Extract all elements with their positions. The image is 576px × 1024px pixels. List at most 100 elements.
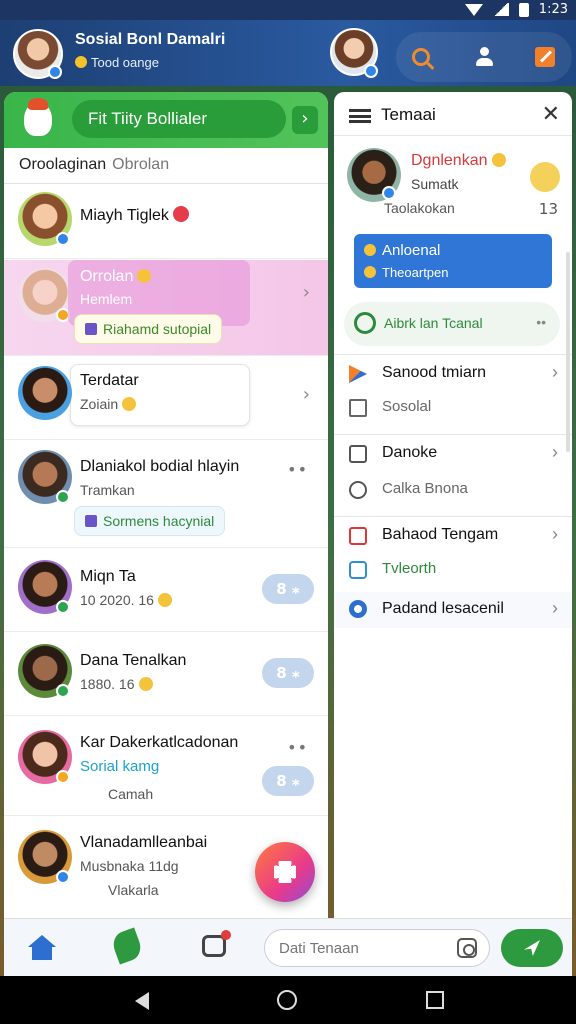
divider (334, 354, 572, 355)
profile-name: Dgnlenkan (411, 152, 506, 170)
drawer-item[interactable]: Danoke › (334, 442, 572, 476)
profile-count: 13 (539, 200, 558, 218)
signal-icon (493, 3, 509, 16)
heart-icon (173, 206, 189, 222)
online-badge-icon (56, 600, 70, 614)
app-subtitle-text: Tood oange (91, 55, 159, 70)
drawer-item[interactable]: Padand lesacenil › (334, 592, 572, 628)
status-bar: 1:23 (0, 0, 576, 20)
chat-name: Vlanadamlleanbai (80, 834, 207, 852)
chat-name: Orrolan (80, 268, 151, 286)
chat-item-active[interactable]: Orrolan Hemlem Riahamd sutopial › (4, 260, 328, 356)
banner-button[interactable]: Fit Tiity Bollialer (72, 100, 286, 138)
search-button[interactable] (404, 40, 438, 74)
drawer-title: Temaai (381, 105, 436, 125)
chat-chip[interactable]: Riahamd sutopial (74, 314, 222, 344)
search-field[interactable] (264, 929, 490, 967)
online-badge-icon (56, 684, 70, 698)
wifi-icon (465, 4, 483, 16)
card-icon (364, 244, 376, 256)
chevron-right-icon: › (552, 362, 558, 383)
drawer-item-label: Danoke (382, 444, 437, 462)
chevron-right-icon: › (552, 442, 558, 463)
more-icon[interactable]: •• (287, 738, 308, 757)
chat-item[interactable]: Miayh Tiglek (4, 184, 328, 259)
chip-text: Sormens hacynial (103, 513, 214, 529)
battery-icon (519, 3, 529, 17)
card-subtitle-text: Theoartpen (382, 265, 449, 280)
pill-label: Aibrk lan Tcanal (384, 315, 483, 331)
back-icon[interactable] (133, 992, 149, 1010)
profile-name-text: Dgnlenkan (411, 152, 488, 169)
floating-action-button[interactable] (255, 842, 315, 902)
chat-chip[interactable]: Sormens hacynial (74, 506, 225, 536)
smile-emoji-icon (122, 397, 136, 411)
send-icon (524, 940, 540, 956)
promo-banner: Fit Tiity Bollialer › (4, 92, 328, 148)
verified-badge-icon (364, 64, 378, 78)
compose-button[interactable] (528, 40, 562, 74)
person-icon (475, 47, 493, 67)
chat-item[interactable]: Dana Tenalkan 1880. 16 8 ⁎ (4, 632, 328, 716)
drawer-action-pill[interactable]: Aibrk lan Tcanal •• (344, 302, 560, 346)
verified-badge-icon (382, 186, 396, 200)
verified-badge-icon (56, 232, 70, 246)
verified-badge-icon (56, 870, 70, 884)
drawer-item[interactable]: Sosolal (334, 396, 572, 426)
chevron-right-icon: › (552, 524, 558, 545)
recent-apps-icon[interactable] (426, 991, 444, 1009)
section-title: Oroolaginan (19, 156, 106, 173)
unread-counter: 8 ⁎ (262, 658, 314, 688)
smile-icon (530, 162, 560, 192)
smile-emoji-icon (137, 269, 151, 283)
chat-item[interactable]: Kar Dakerkatlcadonan Sorial kamg Camah •… (4, 716, 328, 816)
drawer-item-label: Sosolal (382, 398, 431, 415)
camera-icon[interactable] (202, 935, 226, 957)
drawer-card[interactable]: Anloenal Theoartpen (354, 234, 552, 288)
drawer-item[interactable]: Calka Bnona (334, 478, 572, 508)
chat-name-text: Miayh Tiglek (80, 207, 169, 224)
app-subtitle: Tood oange (75, 55, 159, 70)
card-subtitle: Theoartpen (364, 265, 449, 280)
drawer-item[interactable]: Bahaod Tengam › (334, 524, 572, 558)
chat-list-panel: Fit Tiity Bollialer › Oroolaginan Obrolan… (4, 92, 328, 918)
more-icon[interactable]: •• (536, 314, 546, 330)
banner-next-button[interactable]: › (292, 106, 318, 134)
more-icon[interactable]: •• (287, 460, 308, 479)
unread-counter: 8 ⁎ (262, 766, 314, 796)
chat-name-text: Orrolan (80, 268, 133, 285)
side-drawer: Temaai ✕ Dgnlenkan Sumatk Taolakokan 13 … (334, 92, 572, 918)
compose-icon (535, 47, 555, 67)
drawer-item[interactable]: Tvleorth (334, 558, 572, 588)
chat-status: Sorial kamg (80, 758, 159, 775)
search-input[interactable] (279, 938, 439, 958)
chat-name: Miayh Tiglek (80, 206, 189, 225)
document-icon (349, 399, 367, 417)
leaf-icon[interactable] (110, 927, 145, 964)
drawer-header: Temaai ✕ (334, 92, 572, 136)
chat-item[interactable]: Miqn Ta 10 2020. 16 8 ⁎ (4, 548, 328, 632)
section-subtitle: Obrolan (112, 156, 169, 173)
star-badge-icon (56, 770, 70, 784)
chip-icon (85, 323, 97, 335)
flower-icon (274, 861, 296, 883)
bottom-navigation (4, 918, 572, 976)
status-dot-icon (75, 56, 87, 68)
chat-item[interactable]: Dlaniakol bodial hlayin Tramkan •• Sorme… (4, 440, 328, 548)
smile-emoji-icon (492, 153, 506, 167)
chat-preview-text: 1880. 16 (80, 676, 135, 692)
chat-name: Dana Tenalkan (80, 652, 186, 670)
home-circle-icon[interactable] (277, 990, 297, 1010)
chat-name: Dlaniakol bodial hlayin (80, 458, 239, 476)
contacts-button[interactable] (467, 40, 501, 74)
camera-search-icon[interactable] (457, 938, 477, 958)
chat-item[interactable]: Terdatar Zoiain › (4, 356, 328, 440)
send-button[interactable] (501, 929, 563, 967)
chat-preview: Hemlem (80, 291, 132, 307)
home-icon[interactable] (28, 935, 56, 961)
drawer-item[interactable]: Sanood tmiarn › (334, 362, 572, 396)
menu-icon[interactable] (349, 109, 371, 123)
chevron-right-icon: › (303, 384, 310, 405)
scrollbar[interactable] (566, 252, 570, 452)
close-icon[interactable]: ✕ (542, 102, 560, 127)
